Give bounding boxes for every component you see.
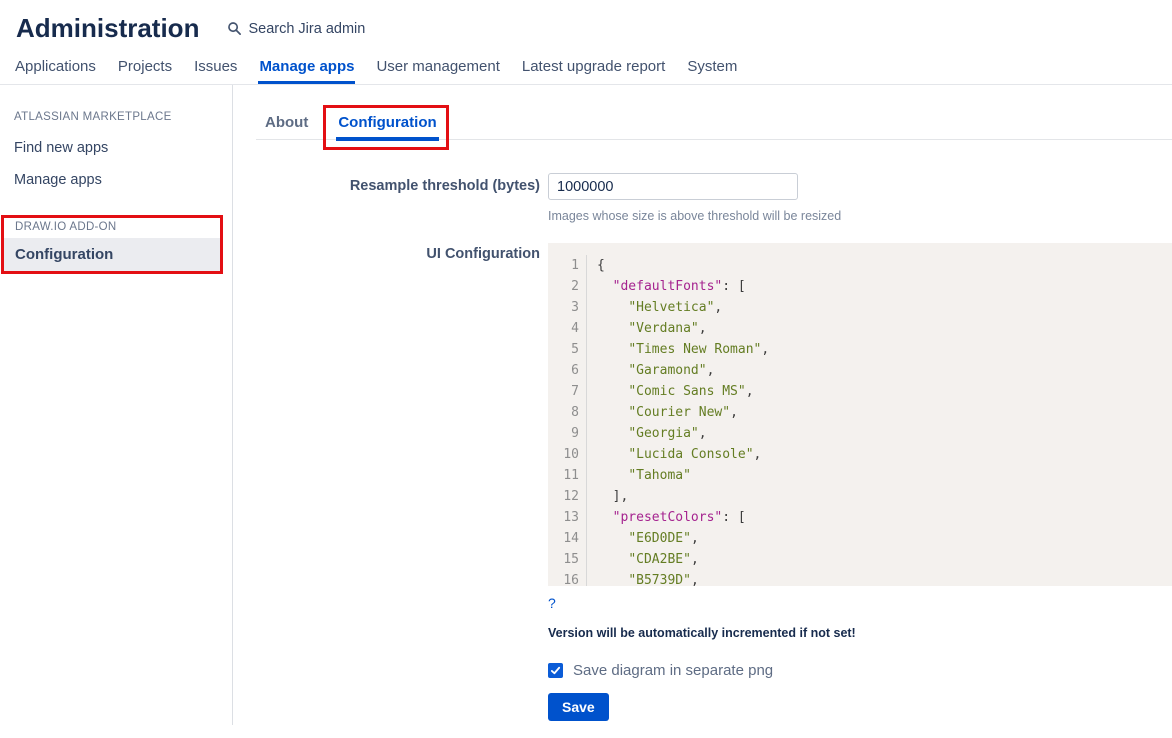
admin-header: Administration Search Jira admin xyxy=(0,0,1172,50)
admin-nav: Applications Projects Issues Manage apps Use… xyxy=(0,50,1172,85)
save-png-checkbox[interactable] xyxy=(548,663,563,678)
line-number: 11 xyxy=(548,465,579,486)
help-link[interactable]: ? xyxy=(548,595,556,611)
nav-item-system[interactable]: System xyxy=(686,50,738,84)
resample-threshold-label: Resample threshold (bytes) xyxy=(256,173,540,194)
code-line: "Lucida Console", xyxy=(597,444,769,465)
save-png-label: Save diagram in separate png xyxy=(573,662,773,679)
layout: ATLASSIAN MARKETPLACE Find new appsManage… xyxy=(0,85,1172,725)
nav-item-latest-upgrade-report[interactable]: Latest upgrade report xyxy=(521,50,666,84)
nav-item-user-management[interactable]: User management xyxy=(375,50,500,84)
ui-config-code-editor[interactable]: 12345678910111213141516 { "defaultFonts"… xyxy=(548,243,1172,586)
search-jira-admin[interactable]: Search Jira admin xyxy=(227,21,365,37)
sidebar-item-configuration[interactable]: Configuration xyxy=(4,238,220,271)
line-number: 2 xyxy=(548,276,579,297)
code-line: "presetColors": [ xyxy=(597,507,769,528)
nav-item-issues[interactable]: Issues xyxy=(193,50,238,84)
line-number: 9 xyxy=(548,423,579,444)
sidebar-item-find-new-apps[interactable]: Find new apps xyxy=(0,133,232,163)
line-number: 3 xyxy=(548,297,579,318)
editor-code: { "defaultFonts": [ "Helvetica", "Verdan… xyxy=(587,255,769,586)
version-note: Version will be automatically incremente… xyxy=(548,626,1172,640)
line-number: 12 xyxy=(548,486,579,507)
line-number: 7 xyxy=(548,381,579,402)
nav-item-projects[interactable]: Projects xyxy=(117,50,173,84)
nav-item-applications[interactable]: Applications xyxy=(14,50,97,84)
code-line: "defaultFonts": [ xyxy=(597,276,769,297)
sidebar: ATLASSIAN MARKETPLACE Find new appsManage… xyxy=(0,85,233,725)
code-line: "Verdana", xyxy=(597,318,769,339)
line-number: 4 xyxy=(548,318,579,339)
line-number: 6 xyxy=(548,360,579,381)
line-number: 5 xyxy=(548,339,579,360)
page-title: Administration xyxy=(16,13,199,44)
resample-help-text: Images whose size is above threshold wil… xyxy=(548,209,1172,223)
code-line: "Comic Sans MS", xyxy=(597,381,769,402)
nav-item-manage-apps[interactable]: Manage apps xyxy=(258,50,355,84)
code-line: { xyxy=(597,255,769,276)
code-line: ], xyxy=(597,486,769,507)
code-line: "Georgia", xyxy=(597,423,769,444)
addon-tabs: About Configuration xyxy=(256,109,1172,140)
line-number: 1 xyxy=(548,255,579,276)
ui-configuration-label: UI Configuration xyxy=(256,243,540,262)
code-line: "E6D0DE", xyxy=(597,528,769,549)
code-line: "CDA2BE", xyxy=(597,549,769,570)
tab-configuration[interactable]: Configuration xyxy=(337,109,437,139)
line-number: 13 xyxy=(548,507,579,528)
sidebar-item-manage-apps[interactable]: Manage apps xyxy=(0,165,232,195)
line-number: 15 xyxy=(548,549,579,570)
code-line: "Courier New", xyxy=(597,402,769,423)
resample-row: Resample threshold (bytes) Images whose … xyxy=(256,173,1172,223)
code-line: "Helvetica", xyxy=(597,297,769,318)
editor-gutter: 12345678910111213141516 xyxy=(548,255,587,586)
tab-about[interactable]: About xyxy=(264,109,309,139)
save-png-row: Save diagram in separate png xyxy=(548,662,1172,679)
search-label: Search Jira admin xyxy=(248,21,365,37)
resample-threshold-input[interactable] xyxy=(548,173,798,200)
sidebar-group-atlassian-marketplace: ATLASSIAN MARKETPLACE Find new appsManage… xyxy=(0,111,232,195)
line-number: 8 xyxy=(548,402,579,423)
main-content: About Configuration Resample threshold (b… xyxy=(233,85,1172,725)
line-number: 14 xyxy=(548,528,579,549)
ui-config-row: UI Configuration 12345678910111213141516… xyxy=(256,243,1172,721)
search-icon xyxy=(227,21,242,36)
save-button[interactable]: Save xyxy=(548,693,609,721)
sidebar-group-draw-io-add-on: DRAW.IO ADD-ON Configuration xyxy=(1,215,223,274)
code-line: "Garamond", xyxy=(597,360,769,381)
sidebar-heading-draw-io-add-on: DRAW.IO ADD-ON xyxy=(4,221,220,233)
code-line: "B5739D", xyxy=(597,570,769,586)
sidebar-heading-atlassian-marketplace: ATLASSIAN MARKETPLACE xyxy=(0,111,232,123)
code-line: "Tahoma" xyxy=(597,465,769,486)
code-line: "Times New Roman", xyxy=(597,339,769,360)
line-number: 10 xyxy=(548,444,579,465)
line-number: 16 xyxy=(548,570,579,586)
